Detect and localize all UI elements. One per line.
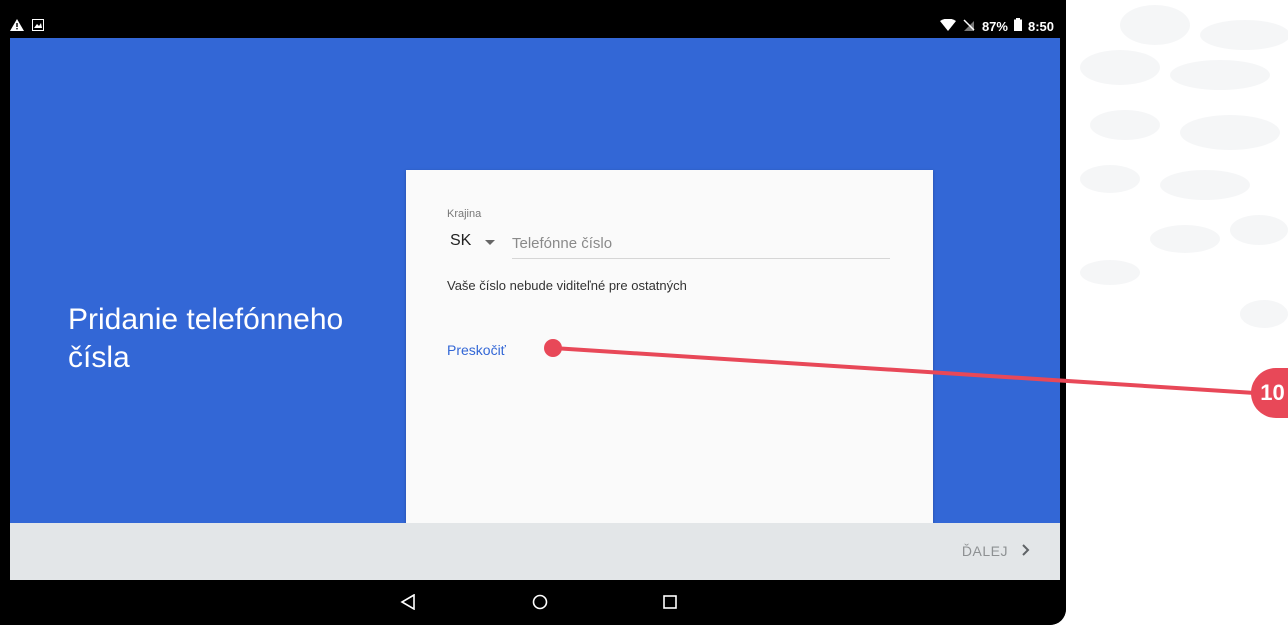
wifi-icon — [939, 18, 956, 34]
tablet-device: 87% 8:50 Pridanie telefónneho čísla Kraj… — [0, 0, 1066, 625]
page-title: Pridanie telefónneho čísla — [68, 303, 344, 374]
no-signal-icon — [962, 18, 976, 34]
country-value: SK — [450, 232, 472, 249]
image-notification-icon — [32, 18, 44, 34]
next-button[interactable]: ĎALEJ — [962, 543, 1030, 559]
navigation-bar — [0, 580, 1066, 625]
next-label: ĎALEJ — [961, 543, 1008, 559]
recents-icon[interactable] — [658, 590, 682, 614]
status-bar: 87% 8:50 — [10, 14, 1060, 38]
phone-number-input[interactable] — [512, 228, 890, 259]
back-icon[interactable] — [396, 590, 420, 614]
phone-card: Krajina SK Vaše číslo nebude viditeľné p… — [406, 170, 933, 523]
skip-button[interactable]: Preskočiť — [447, 342, 506, 358]
country-select[interactable]: SK — [450, 232, 496, 250]
warning-icon — [10, 18, 24, 34]
country-label: Krajina — [447, 208, 482, 220]
chevron-right-icon — [1022, 543, 1030, 559]
home-icon[interactable] — [528, 590, 552, 614]
battery-percent: 87% — [981, 18, 1008, 34]
chevron-down-icon — [485, 239, 496, 245]
footer-bar: ĎALEJ — [10, 523, 1060, 580]
privacy-hint: Vaše číslo nebude viditeľné pre ostatnýc… — [447, 278, 687, 293]
setup-screen: Pridanie telefónneho čísla Krajina SK Va… — [10, 38, 1060, 523]
battery-icon — [1013, 18, 1022, 34]
clock: 8:50 — [1027, 18, 1054, 34]
